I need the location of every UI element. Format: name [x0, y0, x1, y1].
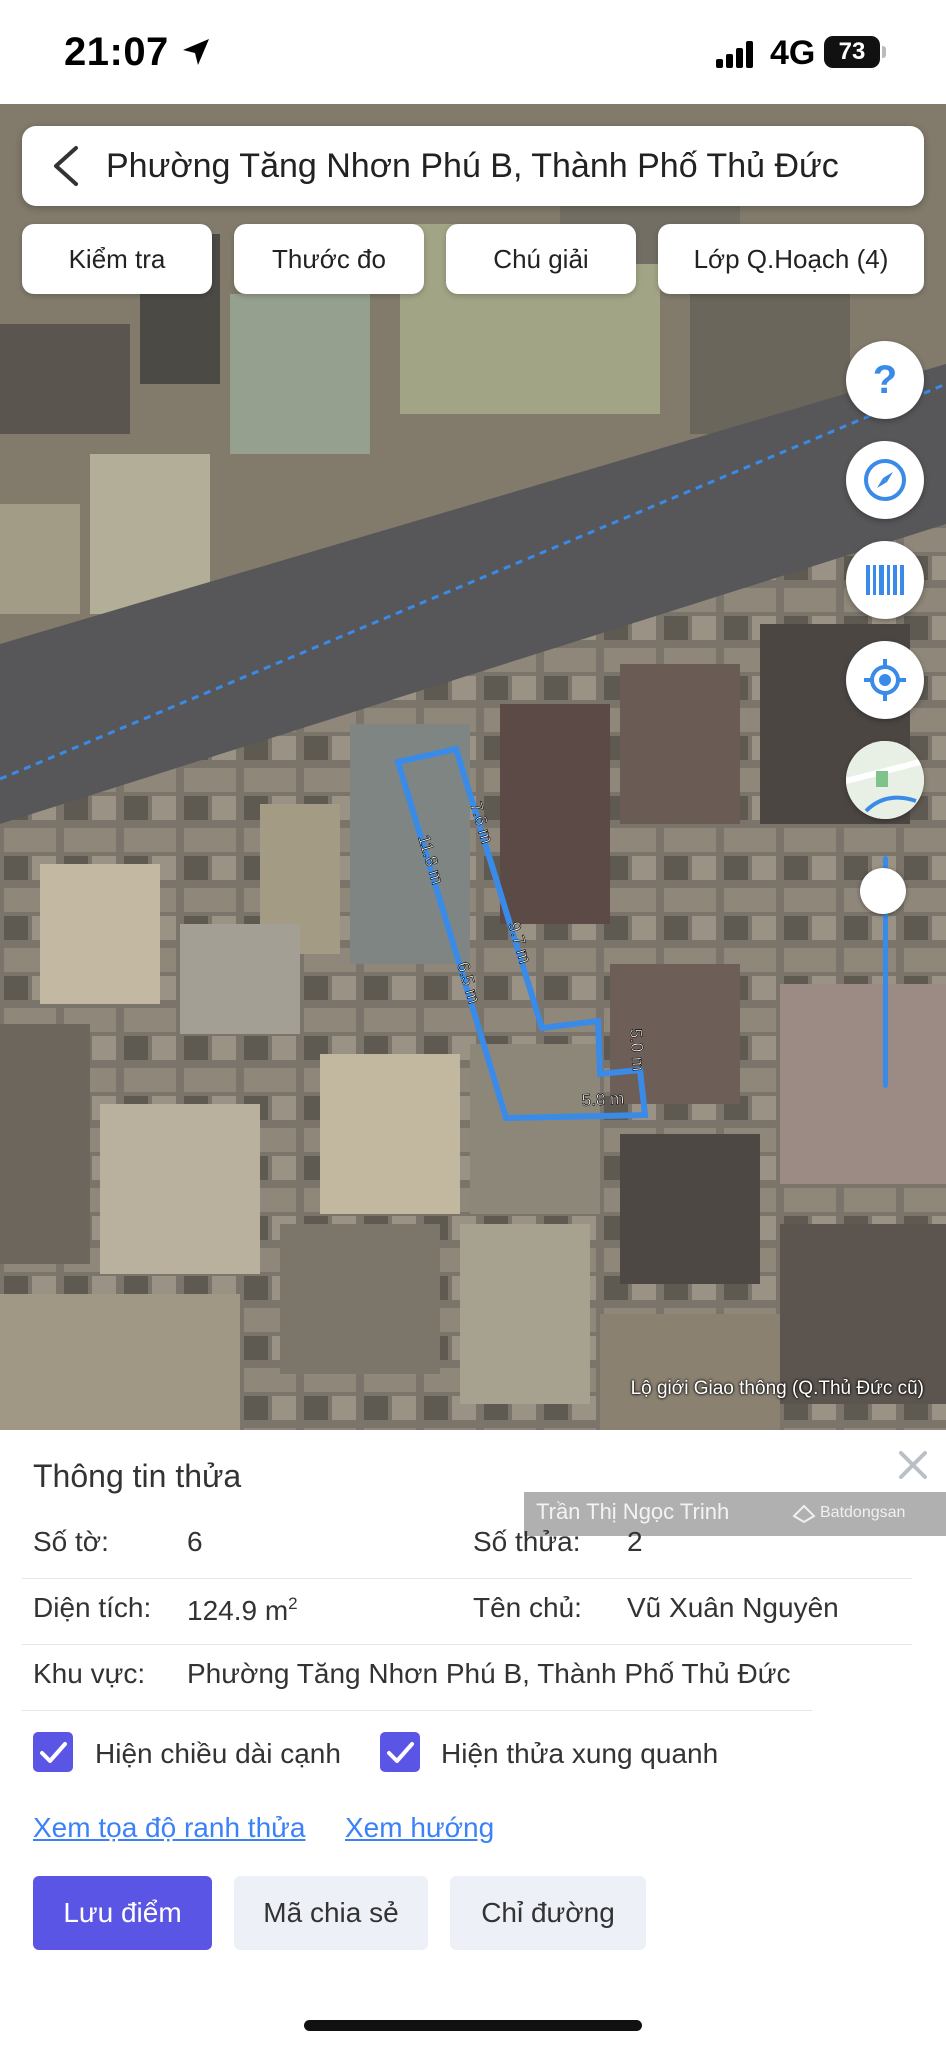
- owner-value: Vũ Xuân Nguyên: [627, 1592, 839, 1623]
- edge-label: 5.0 m: [626, 1028, 648, 1072]
- parcel-number-label: Số thửa:: [473, 1526, 581, 1557]
- status-bar: 21:07 4G 73: [0, 0, 946, 104]
- network-type: 4G: [770, 34, 816, 72]
- map-type-button[interactable]: [846, 741, 924, 819]
- panel-title: Thông tin thửa: [33, 1458, 242, 1494]
- area-value: 124.9 m2: [187, 1594, 298, 1626]
- area-label: Diện tích:: [33, 1592, 152, 1623]
- status-time: 21:07: [64, 30, 169, 74]
- region-value: Phường Tăng Nhơn Phú B, Thành Phố Thủ Đứ…: [187, 1658, 791, 1689]
- battery-icon: 73: [824, 36, 880, 68]
- search-bar[interactable]: Phường Tăng Nhơn Phú B, Thành Phố Thủ Đứ…: [22, 126, 924, 206]
- show-neighbors-checkbox[interactable]: [380, 1732, 420, 1772]
- help-icon: ?: [873, 358, 897, 402]
- watermark-brand: Batdongsan: [820, 1504, 906, 1521]
- signal-icon: [716, 40, 756, 68]
- owner-label: Tên chủ:: [473, 1592, 582, 1623]
- location-arrow-icon: [183, 39, 209, 65]
- barcode-icon: [866, 565, 904, 595]
- save-point-button[interactable]: Lưu điểm: [33, 1876, 212, 1950]
- checkmark-icon: [40, 1742, 67, 1763]
- home-indicator[interactable]: [304, 2020, 642, 2031]
- view-coordinates-link[interactable]: Xem tọa độ ranh thửa: [33, 1812, 305, 1844]
- checkmark-icon: [387, 1742, 414, 1763]
- area-unit-superscript: 2: [288, 1594, 298, 1613]
- edge-label: 5.8 m: [581, 1089, 624, 1110]
- edge-label: 9.7 m: [504, 920, 535, 966]
- zoom-slider-thumb[interactable]: [860, 867, 906, 914]
- view-direction-link[interactable]: Xem hướng: [345, 1812, 494, 1844]
- show-edge-lengths-checkbox[interactable]: [33, 1732, 73, 1772]
- back-chevron-icon[interactable]: [48, 144, 84, 188]
- edge-label: 7.6 m: [466, 800, 497, 846]
- watermark: Trần Thị Ngọc Trinh Batdongsan: [524, 1492, 946, 1536]
- close-icon[interactable]: [896, 1448, 930, 1482]
- satellite-map[interactable]: 7.6 m 11.8 m 9.7 m 6.5 m 5.0 m 5.8 m Phư…: [0, 104, 946, 1430]
- sheet-number-value: 6: [187, 1526, 203, 1557]
- directions-button[interactable]: Chỉ đường: [450, 1876, 646, 1950]
- minimap-icon: [846, 741, 924, 819]
- row-divider: [22, 1710, 812, 1711]
- locate-icon: [864, 659, 906, 701]
- show-edge-lengths-label[interactable]: Hiện chiều dài cạnh: [95, 1738, 341, 1770]
- parcel-edge-labels: 7.6 m 11.8 m 9.7 m 6.5 m 5.0 m 5.8 m: [414, 799, 648, 1110]
- help-button[interactable]: ?: [846, 341, 924, 419]
- parcel-info-panel: Thông tin thửa Trần Thị Ngọc Trinh Batdo…: [0, 1430, 946, 2048]
- parcel-number-value: 2: [627, 1526, 643, 1557]
- location-title: Phường Tăng Nhơn Phú B, Thành Phố Thủ Đứ…: [106, 146, 839, 185]
- my-location-button[interactable]: [846, 641, 924, 719]
- row-divider: [22, 1644, 912, 1645]
- row-divider: [22, 1578, 912, 1579]
- edge-label: 11.8 m: [414, 833, 447, 887]
- edge-label: 6.5 m: [453, 960, 484, 1006]
- map-layer-credit: Lộ giới Giao thông (Q.Thủ Đức cũ): [630, 1378, 924, 1399]
- watermark-name: Trần Thị Ngọc Trinh: [536, 1499, 730, 1524]
- planning-layers-button[interactable]: Lớp Q.Hoạch (4): [658, 224, 924, 294]
- region-label: Khu vực:: [33, 1658, 146, 1689]
- measure-button[interactable]: Thước đo: [234, 224, 424, 294]
- compass-icon: [864, 459, 906, 501]
- battery-cap: [882, 46, 886, 58]
- legend-button[interactable]: Chú giải: [446, 224, 636, 294]
- svg-text:?: ?: [873, 358, 897, 402]
- check-button[interactable]: Kiểm tra: [22, 224, 212, 294]
- compass-button[interactable]: [846, 441, 924, 519]
- share-code-button[interactable]: Mã chia sẻ: [234, 1876, 428, 1950]
- scan-button[interactable]: [846, 541, 924, 619]
- show-neighbors-label[interactable]: Hiện thửa xung quanh: [441, 1738, 718, 1770]
- watermark-logo-icon: [792, 1504, 816, 1524]
- map-toolbar: Kiểm tra Thước đo Chú giải Lớp Q.Hoạch (…: [22, 224, 924, 294]
- sheet-number-label: Số tờ:: [33, 1526, 109, 1557]
